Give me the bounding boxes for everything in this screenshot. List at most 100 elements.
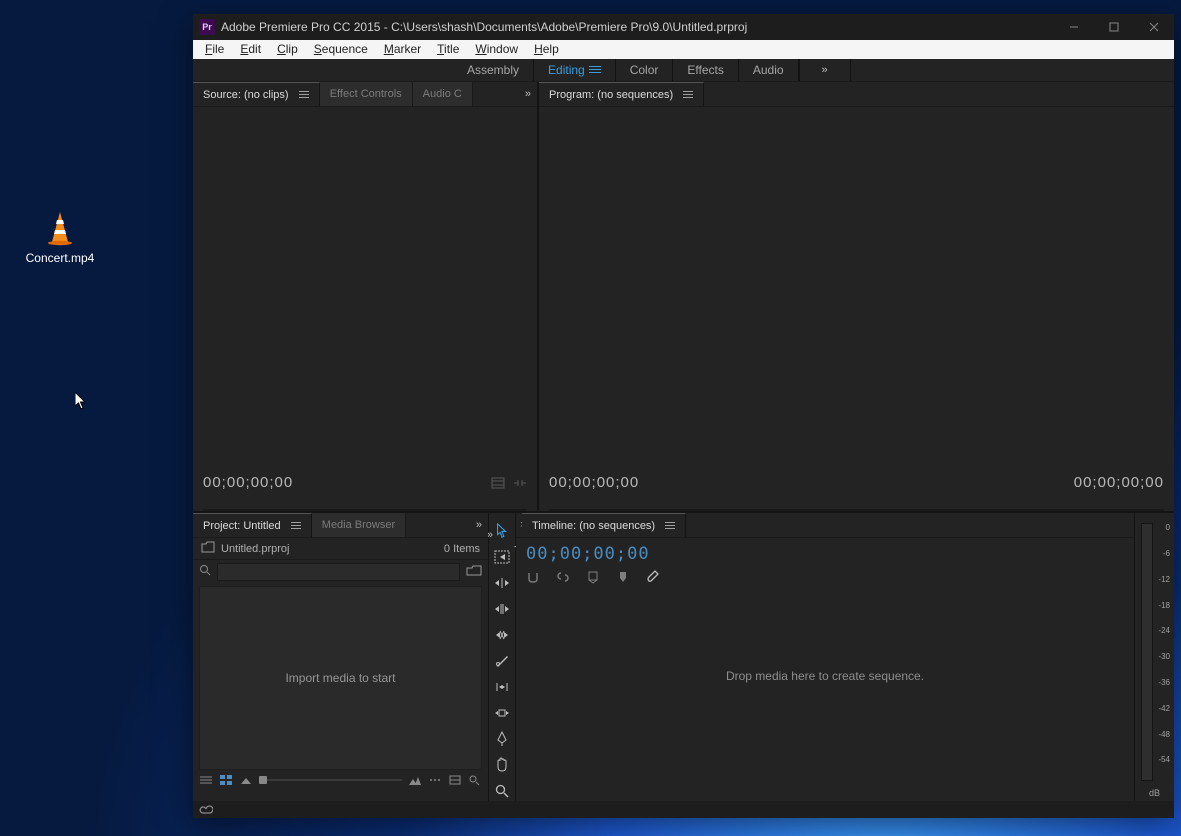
workspace-effects[interactable]: Effects (673, 59, 737, 82)
titlebar[interactable]: Pr Adobe Premiere Pro CC 2015 - C:\Users… (193, 14, 1174, 40)
tool-hand-icon[interactable] (492, 755, 512, 775)
tab-project[interactable]: Project: Untitled (193, 513, 312, 537)
desktop-file-concert[interactable]: Concert.mp4 (20, 210, 100, 265)
tab-media-browser[interactable]: Media Browser (312, 513, 406, 537)
tool-slide-icon[interactable] (492, 703, 512, 723)
tool-slip-icon[interactable] (492, 677, 512, 697)
source-panel: Source: (no clips) Effect Controls Audio… (193, 82, 539, 511)
new-bin-icon[interactable] (466, 563, 482, 581)
creative-cloud-icon[interactable] (199, 803, 213, 817)
workspace-menu-icon[interactable] (589, 66, 601, 73)
maximize-button[interactable] (1094, 14, 1134, 40)
source-timecode[interactable]: 00;00;00;00 (203, 474, 293, 491)
workspace-audio[interactable]: Audio (739, 59, 798, 82)
program-timecode-left[interactable]: 00;00;00;00 (549, 474, 639, 491)
program-timecode-right[interactable]: 00;00;00;00 (1074, 474, 1164, 491)
zoom-large-icon (408, 774, 422, 786)
source-scrubber[interactable] (203, 509, 527, 511)
search-icon[interactable] (199, 563, 211, 581)
timeline-panel: × Timeline: (no sequences) 00;00;00;00 D… (516, 513, 1134, 801)
source-panel-tabs: Source: (no clips) Effect Controls Audio… (193, 82, 537, 107)
workspace-color[interactable]: Color (616, 59, 673, 82)
tab-effect-controls[interactable]: Effect Controls (320, 82, 413, 106)
meter-scale: 0 -6 -12 -18 -24 -30 -36 -42 -48 -54 (1139, 523, 1170, 781)
meter-tick: -42 (1139, 704, 1170, 713)
project-search-input[interactable] (217, 563, 460, 581)
meter-tick: -36 (1139, 678, 1170, 687)
thumbnail-size-slider[interactable] (259, 776, 402, 784)
menu-clip[interactable]: Clip (269, 40, 306, 58)
window-title: Adobe Premiere Pro CC 2015 - C:\Users\sh… (221, 20, 1054, 34)
add-marker-icon[interactable] (586, 570, 600, 584)
meter-tick: -54 (1139, 755, 1170, 764)
tab-audio-clip-mixer[interactable]: Audio C (413, 82, 473, 106)
workspace-overflow[interactable]: » (799, 59, 851, 82)
timeline-toolbar (526, 570, 1124, 584)
project-item-count: 0 Items (444, 543, 480, 555)
meter-tick: -48 (1139, 730, 1170, 739)
tool-rolling-edit-icon[interactable] (492, 599, 512, 619)
timeline-timecode[interactable]: 00;00;00;00 (526, 544, 1124, 564)
sort-icon[interactable] (428, 774, 442, 786)
tabs-overflow-icon[interactable]: » (519, 88, 537, 100)
audio-meters-panel[interactable]: 0 -6 -12 -18 -24 -30 -36 -42 -48 -54 dB (1134, 513, 1174, 801)
tool-pen-icon[interactable] (492, 729, 512, 749)
app-icon: Pr (199, 19, 215, 35)
zoom-small-icon (239, 774, 253, 786)
statusbar (193, 801, 1174, 818)
menu-title[interactable]: Title (429, 40, 467, 58)
menu-sequence[interactable]: Sequence (306, 40, 376, 58)
marker-icon[interactable] (616, 570, 630, 584)
vlc-icon (42, 210, 78, 246)
icon-view-icon[interactable] (219, 774, 233, 786)
tab-timeline[interactable]: Timeline: (no sequences) (522, 513, 686, 537)
project-empty-hint: Import media to start (285, 671, 395, 685)
tab-program[interactable]: Program: (no sequences) (539, 82, 704, 106)
linked-selection-icon[interactable] (556, 570, 570, 584)
workspace-assembly[interactable]: Assembly (453, 59, 533, 82)
workspace-bar: Assembly Editing Color Effects Audio » (193, 59, 1174, 83)
menu-window[interactable]: Window (467, 40, 526, 58)
menu-file[interactable]: File (197, 40, 232, 58)
program-scrubber[interactable] (549, 509, 1164, 511)
clip-icon[interactable] (491, 477, 505, 489)
list-view-icon[interactable] (199, 774, 213, 786)
find-icon[interactable] (468, 774, 482, 786)
panel-menu-icon[interactable] (295, 91, 309, 98)
tab-source[interactable]: Source: (no clips) (193, 82, 320, 106)
meter-tick: -24 (1139, 626, 1170, 635)
workspace-editing[interactable]: Editing (534, 59, 615, 82)
timeline-drop-hint: Drop media here to create sequence. (516, 669, 1134, 683)
project-filename: Untitled.prproj (221, 543, 289, 555)
close-button[interactable] (1134, 14, 1174, 40)
tool-zoom-icon[interactable] (492, 781, 512, 801)
meter-tick: -6 (1139, 549, 1170, 558)
automate-icon[interactable] (448, 774, 462, 786)
menu-help[interactable]: Help (526, 40, 567, 58)
tool-rate-stretch-icon[interactable] (492, 625, 512, 645)
meter-tick: -18 (1139, 601, 1170, 610)
panel-menu-icon[interactable] (287, 522, 301, 529)
snap-icon[interactable] (526, 570, 540, 584)
project-bin-area[interactable]: Import media to start (199, 586, 482, 770)
program-panel: Program: (no sequences) 00;00;00;00 00;0… (539, 82, 1174, 511)
meter-unit: dB (1135, 788, 1174, 798)
menu-edit[interactable]: Edit (232, 40, 269, 58)
meter-tick: 0 (1139, 523, 1170, 532)
bin-icon (201, 541, 215, 556)
settings-icon[interactable] (646, 570, 660, 584)
panel-menu-icon[interactable] (661, 522, 675, 529)
tabs-overflow-icon[interactable]: » (470, 519, 488, 531)
tool-ripple-edit-icon[interactable] (492, 573, 512, 593)
mouse-cursor (75, 392, 87, 410)
panel-menu-icon[interactable] (679, 91, 693, 98)
premiere-window: Pr Adobe Premiere Pro CC 2015 - C:\Users… (193, 14, 1174, 818)
tool-razor-icon[interactable] (492, 651, 512, 671)
meter-tick: -30 (1139, 652, 1170, 661)
meter-tick: -12 (1139, 575, 1170, 584)
menu-marker[interactable]: Marker (376, 40, 429, 58)
project-panel-tabs: Project: Untitled Media Browser » (193, 513, 488, 538)
trim-icon[interactable] (513, 477, 527, 489)
menubar: FileEditClipSequenceMarkerTitleWindowHel… (193, 40, 1174, 59)
minimize-button[interactable] (1054, 14, 1094, 40)
